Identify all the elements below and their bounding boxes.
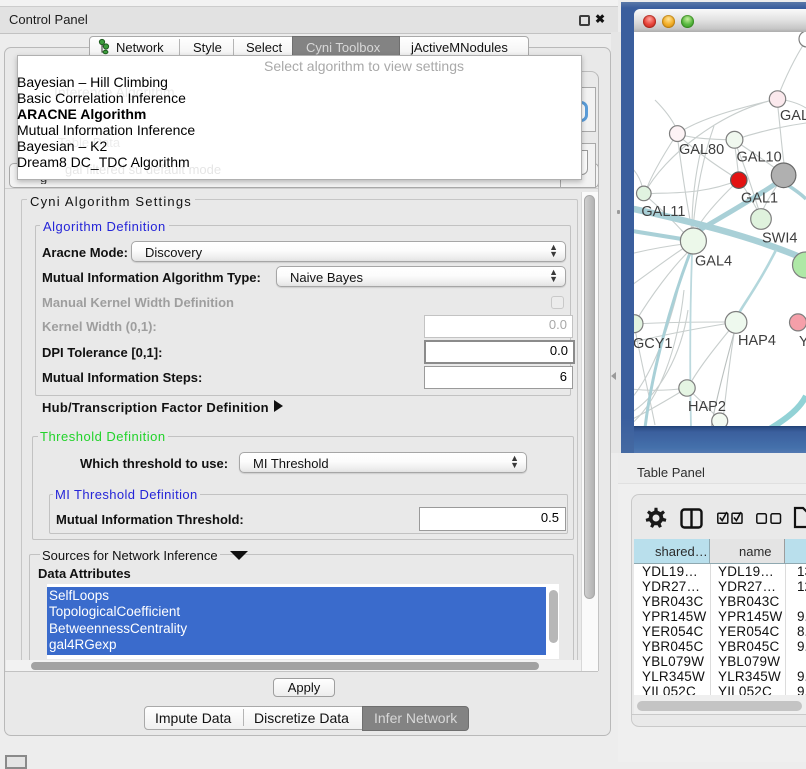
svg-text:GAL80: GAL80 <box>679 142 724 158</box>
svg-text:HAP4: HAP4 <box>738 333 776 349</box>
svg-text:HAP2: HAP2 <box>688 399 726 415</box>
svg-text:GCY1: GCY1 <box>634 336 673 352</box>
svg-text:GAL10: GAL10 <box>737 150 782 166</box>
svg-text:GAL7: GAL7 <box>780 108 806 124</box>
svg-text:GAL4: GAL4 <box>695 254 732 270</box>
svg-text:SWI4: SWI4 <box>762 231 797 247</box>
svg-text:GAL1: GAL1 <box>741 191 778 207</box>
svg-text:GAL11: GAL11 <box>641 204 685 220</box>
svg-text:Y: Y <box>799 334 806 350</box>
